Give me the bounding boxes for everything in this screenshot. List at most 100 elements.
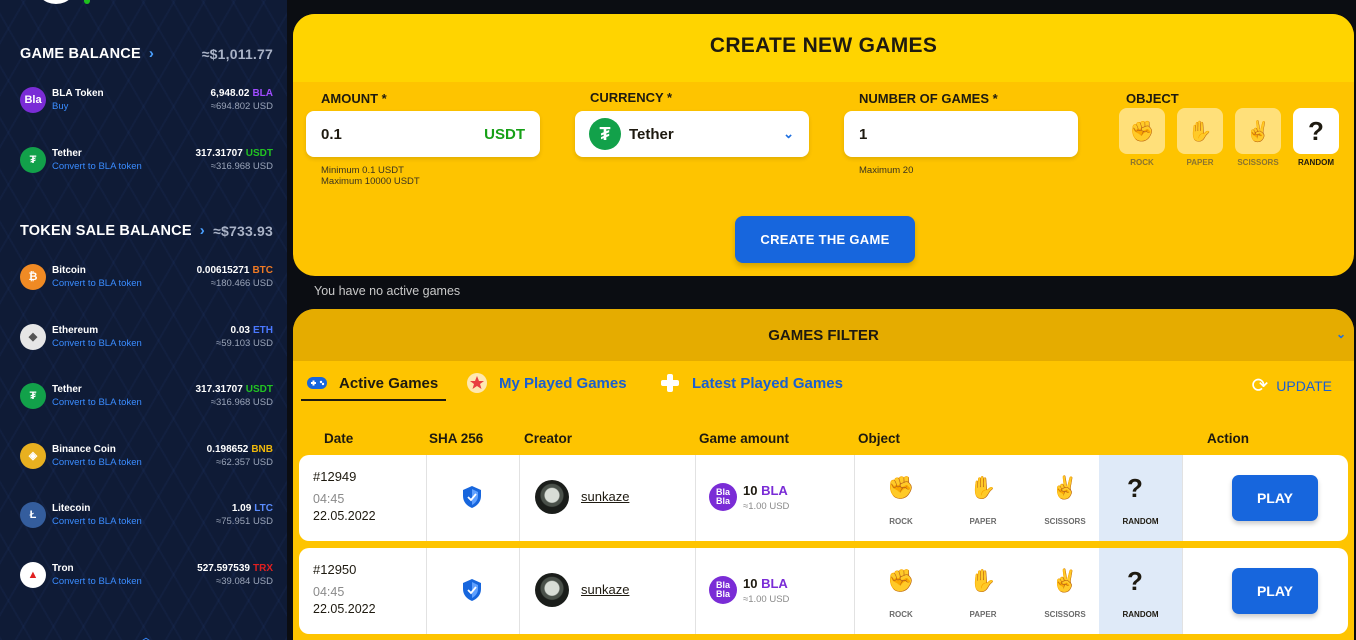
object-label: ROCK — [889, 517, 913, 526]
create-game-button[interactable]: CREATE THE GAME — [735, 216, 915, 263]
coin-action-link[interactable]: Convert to BLA token — [52, 576, 142, 587]
scissors-hand-icon: ✌ — [1051, 475, 1079, 500]
tab-underline — [301, 399, 446, 401]
coin-amount-value: 1.09 — [231, 503, 252, 514]
gamepad-icon — [305, 371, 329, 395]
games-max-hint: Maximum 20 — [859, 165, 914, 176]
cell-divider — [695, 455, 696, 541]
token-sale-balance-total: ≈$733.93 — [213, 222, 273, 239]
create-title: CREATE NEW GAMES — [709, 34, 938, 57]
amount-max-hint: Maximum 10000 USDT — [321, 176, 420, 187]
coin-action-link[interactable]: Convert to BLA token — [52, 278, 142, 289]
paper-hand-icon: ✋ — [969, 475, 997, 500]
creator-link[interactable]: sunkaze — [581, 489, 629, 504]
coin-row[interactable]: ₮ Tether Convert to BLA token 317.31707 USDT… — [20, 146, 273, 177]
coin-name: Tether — [52, 147, 82, 159]
coin-row[interactable]: ₿ Bitcoin Convert to BLA token 0.00615271 BT… — [20, 264, 273, 294]
game-id: #12950 — [313, 562, 357, 577]
coin-action-link[interactable]: Convert to BLA token — [52, 161, 142, 172]
games-value: 1 — [859, 125, 868, 143]
table-row: #12949 04:45 22.05.2022 sunkaze Bla Bla 10 BLA… — [299, 455, 1348, 541]
litecoin-icon: Ł — [20, 502, 46, 528]
scissors-hand-icon[interactable]: ✌ — [1235, 108, 1281, 154]
object-label: OBJECT — [1126, 91, 1179, 106]
header-game-amount: Game amount — [699, 431, 790, 446]
play-button[interactable]: PLAY — [1232, 568, 1318, 614]
object-option-label: RANDOM — [1298, 158, 1334, 167]
coin-amount: 317.31707 USDT — [195, 148, 273, 159]
game-balance-header[interactable]: GAME BALANCE › ≈$1,011.77 — [20, 45, 273, 62]
coin-row[interactable]: ₮ Tether Convert to BLA token 317.31707 USDT… — [20, 383, 273, 413]
coin-action-link[interactable]: Convert to BLA token — [52, 516, 142, 527]
coin-row[interactable]: ▲ Tron Convert to BLA token 527.597539 TRX ≈3… — [20, 561, 273, 592]
games-filter-header[interactable]: GAMES FILTER ⌄ — [293, 309, 1354, 361]
header-object: Object — [858, 431, 901, 446]
object-label: RANDOM — [1122, 517, 1159, 526]
coin-amount: 0.03 ETH — [231, 325, 273, 336]
coin-row[interactable]: ◈ Binance Coin Convert to BLA token 0.19865… — [20, 442, 273, 473]
rock-hand-icon: ✊ — [887, 568, 915, 593]
bitcoin-icon: ₿ — [20, 264, 46, 290]
tab-latest-played-games[interactable]: Latest Played Games — [658, 371, 843, 395]
cell-divider — [1182, 548, 1183, 634]
chevron-right-icon: › — [199, 222, 205, 239]
coin-amount-value: 527.597539 — [197, 562, 250, 574]
coin-row[interactable]: Bla BLA Token Buy 6,948.02 BLA ≈694.802 USD — [20, 87, 273, 117]
games-label: NUMBER OF GAMES * — [859, 91, 998, 106]
coin-amount-value: 0.03 — [230, 324, 250, 336]
currency-select[interactable]: ₮ Tether ⌄ — [575, 111, 809, 157]
coin-name: Tether — [52, 384, 82, 395]
object-label: PAPER — [969, 517, 997, 526]
coin-currency: BNB — [251, 443, 273, 455]
tab-active-games[interactable]: Active Games — [305, 371, 438, 395]
coin-currency: BTC — [252, 265, 273, 276]
chevron-down-icon: ⌄ — [783, 126, 794, 141]
game-amount-currency: BLA — [761, 483, 788, 498]
coin-currency: TRX — [253, 562, 273, 574]
coin-usd-value: ≈75.951 USD — [216, 516, 273, 527]
cell-divider — [695, 548, 696, 634]
coin-amount-value: 317.31707 — [195, 384, 243, 395]
coin-action-link[interactable]: Buy — [52, 101, 68, 112]
coin-currency: BLA — [252, 88, 273, 99]
game-amount-usd: ≈1.00 USD — [743, 501, 790, 512]
play-button[interactable]: PLAY — [1232, 475, 1318, 521]
shield-icon[interactable] — [461, 485, 483, 509]
cell-divider — [519, 455, 520, 541]
game-amount: 10 BLA — [743, 483, 788, 498]
coin-action-link[interactable]: Convert to BLA token — [52, 397, 142, 408]
logo[interactable] — [34, 0, 78, 4]
coin-usd-value: ≈316.968 USD — [210, 160, 273, 172]
chevron-up-icon[interactable]: ︿ — [140, 628, 152, 640]
coin-row[interactable]: ◆ Ethereum Convert to BLA token 0.03 ETH ≈59.… — [20, 323, 273, 354]
coin-amount: 527.597539 TRX — [197, 563, 273, 574]
coin-action-link[interactable]: Convert to BLA token — [52, 338, 142, 349]
coin-row[interactable]: Ł Litecoin Convert to BLA token 1.09 LTC ≈75.… — [20, 502, 273, 532]
game-amount-value: 10 — [743, 483, 758, 498]
paper-hand-icon[interactable]: ✋ — [1177, 108, 1223, 154]
creator-link[interactable]: sunkaze — [581, 582, 629, 597]
update-button[interactable]: ⟳ UPDATE — [1251, 373, 1332, 398]
token-sale-balance-header[interactable]: TOKEN SALE BALANCE › ≈$733.93 — [20, 222, 273, 239]
coin-amount: 0.00615271 BTC — [197, 265, 273, 276]
shield-icon[interactable] — [461, 578, 483, 602]
rock-hand-icon[interactable]: ✊ — [1119, 108, 1165, 154]
coin-currency: LTC — [254, 503, 273, 514]
cell-divider — [426, 548, 427, 634]
avatar — [535, 573, 569, 607]
game-id: #12949 — [313, 469, 357, 484]
number-of-games-input[interactable]: 1 — [844, 111, 1078, 157]
object-label: RANDOM — [1122, 610, 1159, 619]
question-mark-icon[interactable]: ? — [1293, 108, 1339, 154]
tab-my-played-games[interactable]: My Played Games — [465, 371, 627, 395]
sidebar: GAME BALANCE › ≈$1,011.77 Bla BLA Token Bu… — [0, 0, 287, 640]
coin-action-link[interactable]: Convert to BLA token — [52, 457, 142, 468]
game-amount-value: 10 — [743, 576, 758, 591]
amount-input[interactable]: 0.1 USDT — [306, 111, 540, 157]
game-amount: 10 BLA — [743, 576, 788, 591]
scissors-hand-icon: ✌ — [1051, 568, 1079, 593]
bla-token-icon: Bla Bla — [709, 483, 737, 511]
create-games-panel: CREATE NEW GAMES AMOUNT * 0.1 USDT Minim… — [293, 14, 1354, 276]
header-creator: Creator — [524, 431, 573, 446]
rock-hand-icon: ✊ — [887, 475, 915, 500]
